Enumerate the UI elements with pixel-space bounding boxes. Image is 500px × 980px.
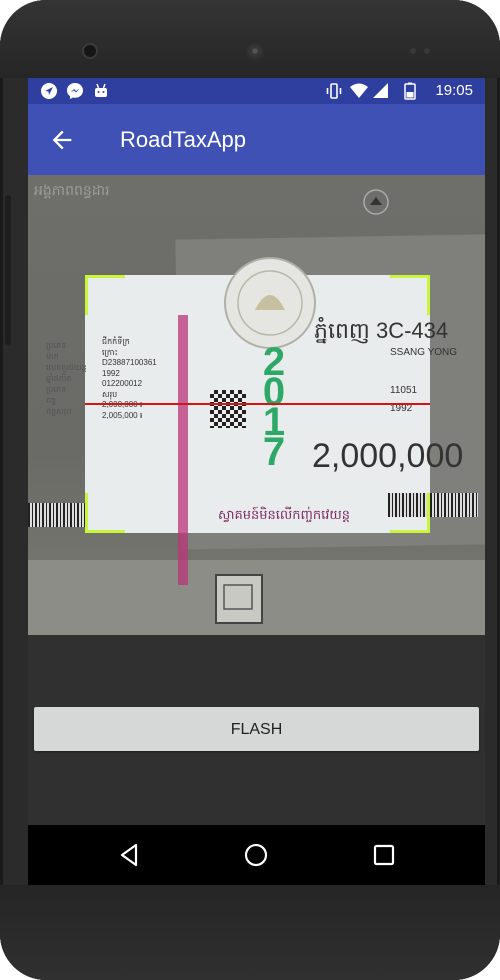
value-sum: សរុប <box>102 389 118 399</box>
scan-corner-top-left <box>85 275 125 315</box>
messenger-icon <box>67 83 83 99</box>
wifi-icon <box>350 83 368 98</box>
value-brand: ក្រោះ <box>102 347 119 357</box>
back-arrow-icon[interactable] <box>48 126 76 154</box>
value-type: ជីកកំទីក្រ <box>102 337 130 346</box>
qr-code <box>210 390 246 428</box>
vibrate-icon <box>326 83 342 99</box>
screen: 19:05 RoadTaxApp អង្គភាពពន្ធដារ ប្រភេទ ម… <box>28 78 485 885</box>
scan-corner-bottom-left <box>85 493 125 533</box>
vehicle-code: 11051 <box>390 385 418 396</box>
sticker-bottom-text: ស្វាគមន៍មិនលើកញ្ច់កវេយន្ត <box>218 507 351 522</box>
front-camera <box>84 45 96 57</box>
phone-top-bezel <box>0 0 500 78</box>
phone-bottom-bezel <box>0 885 500 980</box>
proximity-sensor <box>410 48 416 54</box>
phone-frame: 19:05 RoadTaxApp អង្គភាពពន្ធដារ ប្រភេទ ម… <box>0 0 500 980</box>
light-sensor <box>424 48 430 54</box>
volume-button <box>5 195 11 345</box>
value-code: 012200012 <box>102 379 143 388</box>
emblem-triangle-icon <box>363 189 389 215</box>
value-year: 1992 <box>102 368 120 378</box>
value-total: 2,005,000 ៛ <box>102 410 143 420</box>
document-icon <box>215 574 263 624</box>
app-bar: RoadTaxApp <box>28 104 485 175</box>
navigation-bar <box>28 825 485 885</box>
triangle-back-icon[interactable] <box>116 842 142 868</box>
bg-text-top: អង្គភាពពន្ធដារ <box>34 182 110 198</box>
value-chassis: D23887100361 <box>102 358 157 367</box>
barcode-left <box>28 503 85 527</box>
scan-corner-bottom-right <box>390 493 430 533</box>
earpiece-speaker <box>244 40 266 62</box>
signal-icon <box>373 83 388 98</box>
plate-number: ភ្នំពេញ 3C-434 <box>314 318 449 343</box>
official-seal-icon <box>224 257 316 349</box>
sticker-year: 2017 <box>262 340 286 474</box>
navigation-icon <box>41 83 57 99</box>
control-panel: FLASH <box>28 635 485 825</box>
circle-home-icon[interactable] <box>243 842 269 868</box>
value-tax: 2,000,000 ៛ <box>102 400 192 411</box>
camera-preview[interactable]: អង្គភាពពន្ធដារ ប្រភេទ ម៉ាក លេខតួរថយន្ត ឆ… <box>28 175 485 635</box>
app-title: RoadTaxApp <box>120 127 246 152</box>
status-bar: 19:05 <box>28 78 485 104</box>
scan-corner-top-right <box>390 275 430 315</box>
square-recents-icon[interactable] <box>371 842 397 868</box>
flash-button[interactable]: FLASH <box>34 707 479 751</box>
tax-amount: 2,000,000 <box>312 437 464 475</box>
android-icon <box>95 83 107 97</box>
scan-line <box>85 403 430 405</box>
status-time: 19:05 <box>435 82 473 99</box>
vehicle-brand: SSANG YONG <box>390 347 458 358</box>
battery-icon <box>404 82 416 100</box>
